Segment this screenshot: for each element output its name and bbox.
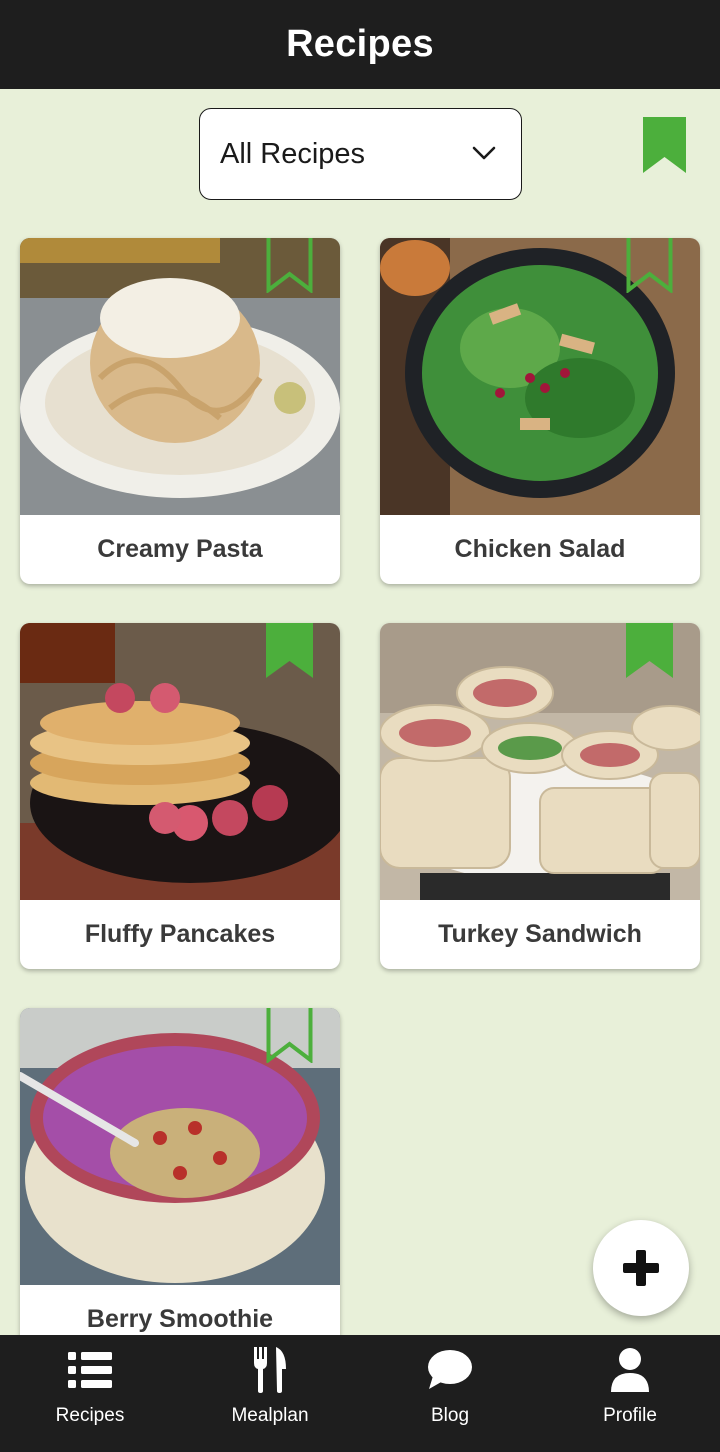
tab-label: Mealplan [231,1405,309,1426]
add-recipe-button[interactable] [593,1220,689,1316]
list-icon [67,1347,113,1393]
tab-blog[interactable]: Blog [360,1335,540,1452]
tab-profile[interactable]: Profile [540,1335,720,1452]
plus-icon [623,1250,659,1286]
bookmark-outline-icon[interactable] [626,238,673,293]
tab-recipes[interactable]: Recipes [0,1335,180,1452]
recipe-title: Turkey Sandwich [438,920,642,948]
recipe-title: Chicken Salad [454,535,626,563]
bookmark-filled-icon[interactable] [626,623,673,678]
filter-selected-value: All Recipes [220,137,366,170]
person-icon [607,1347,653,1393]
recipe-card[interactable]: Creamy Pasta [20,238,340,584]
recipe-title: Fluffy Pancakes [84,920,276,948]
bottom-tab-bar: Recipes Mealplan Blog Profile [0,1335,720,1452]
bookmark-filled-icon[interactable] [642,117,687,173]
recipe-card[interactable]: Chicken Salad [380,238,700,584]
recipe-card[interactable]: Turkey Sandwich [380,623,700,969]
bookmark-outline-icon[interactable] [266,1008,313,1063]
bookmark-outline-icon[interactable] [266,238,313,293]
tab-mealplan[interactable]: Mealplan [180,1335,360,1452]
tab-label: Profile [603,1405,657,1426]
app-header: Recipes [0,0,720,89]
recipe-title: Creamy Pasta [97,535,263,563]
tab-label: Blog [430,1405,470,1426]
recipe-card[interactable]: Fluffy Pancakes [20,623,340,969]
chevron-down-icon [472,146,496,160]
bookmark-filled-icon[interactable] [266,623,313,678]
recipe-card[interactable]: Berry Smoothie [20,1008,340,1354]
fork-knife-icon [247,1347,293,1393]
recipe-filter-dropdown[interactable]: All Recipes [199,108,522,200]
chat-bubble-icon [427,1347,473,1393]
tab-label: Recipes [55,1405,125,1426]
page-title: Recipes [286,23,434,65]
